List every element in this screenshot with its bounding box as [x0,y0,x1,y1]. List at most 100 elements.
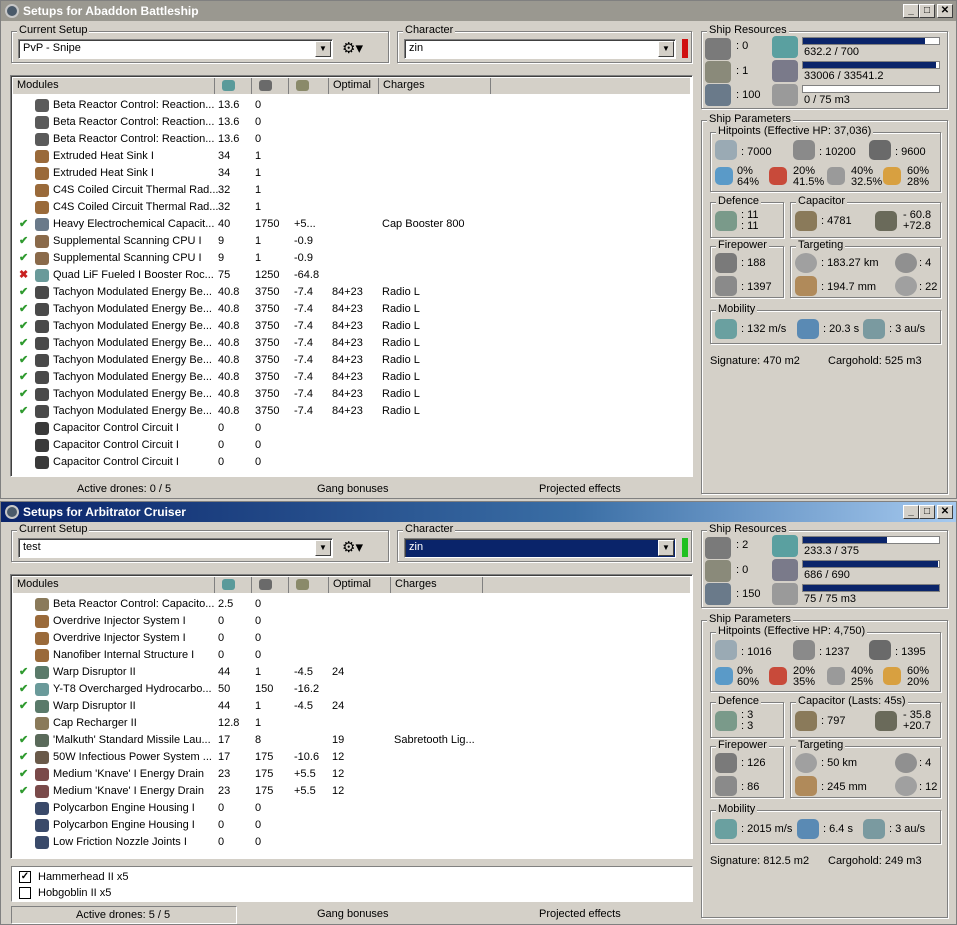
col-cpu[interactable] [215,78,252,94]
col-optimal[interactable]: Optimal [329,577,391,593]
module-row[interactable]: ✔ Medium 'Knave' I Energy Drain 23 175 +5.5 1… [13,783,690,800]
module-row[interactable]: Overdrive Injector System I 0 0 [13,613,690,630]
setup-options-button[interactable]: ⚙▾ [342,40,372,58]
injector-icon [35,615,49,628]
firepower-label: Firepower [716,239,769,251]
col-optimal[interactable]: Optimal [329,78,379,94]
module-row[interactable]: Beta Reactor Control: Capacito... 2.5 0 [13,596,690,613]
col-powergrid[interactable] [252,78,289,94]
close-button[interactable]: ✕ [937,505,953,519]
active-checkmark-icon[interactable]: ✔ [19,783,31,800]
col-capacitor[interactable] [289,577,329,593]
module-row[interactable]: C4S Coiled Circuit Thermal Rad... 32 1 [13,199,690,216]
module-row[interactable]: Extruded Heat Sink I 34 1 [13,165,690,182]
setup-select[interactable]: test ▼ [18,538,333,558]
col-charges[interactable]: Charges [379,78,491,94]
module-row[interactable]: Nanofiber Internal Structure I 0 0 [13,647,690,664]
chevron-down-icon[interactable]: ▼ [658,41,674,57]
gang-bonuses-button[interactable]: Gang bonuses [317,906,389,922]
module-row[interactable]: Extruded Heat Sink I 34 1 [13,148,690,165]
active-checkmark-icon[interactable]: ✔ [19,352,31,369]
module-row[interactable]: Polycarbon Engine Housing I 0 0 [13,817,690,834]
minimize-button[interactable]: _ [903,4,919,18]
active-checkmark-icon[interactable]: ✔ [19,233,31,250]
active-checkmark-icon[interactable]: ✔ [19,766,31,783]
module-row[interactable]: C4S Coiled Circuit Thermal Rad... 32 1 [13,182,690,199]
active-checkmark-icon[interactable]: ✔ [19,749,31,766]
minimize-button[interactable]: _ [903,505,919,519]
module-row[interactable]: ✔ Tachyon Modulated Energy Be... 40.8 3750 -… [13,352,690,369]
module-row[interactable]: ✔ Tachyon Modulated Energy Be... 40.8 3750 -… [13,284,690,301]
active-checkmark-icon[interactable]: ✔ [19,681,31,698]
drone-checkbox[interactable] [19,887,31,899]
module-row[interactable]: Beta Reactor Control: Reaction... 13.6 0 [13,131,690,148]
module-row[interactable]: Beta Reactor Control: Reaction... 13.6 0 [13,97,690,114]
offline-x-icon[interactable]: ✖ [19,267,31,284]
module-row[interactable]: ✔ Tachyon Modulated Energy Be... 40.8 3750 -… [13,369,690,386]
module-row[interactable]: ✔ Tachyon Modulated Energy Be... 40.8 3750 -… [13,318,690,335]
modules-list[interactable]: Modules Optimal Charges Beta Reactor Con… [10,75,693,477]
character-select[interactable]: zin ▼ [404,538,676,558]
projected-effects-button[interactable]: Projected effects [539,906,621,922]
setup-select[interactable]: PvP - Snipe ▼ [18,39,333,59]
module-row[interactable]: Polycarbon Engine Housing I 0 0 [13,800,690,817]
active-checkmark-icon[interactable]: ✔ [19,335,31,352]
title-bar[interactable]: Setups for Arbitrator Cruiser _ □ ✕ [1,502,956,522]
module-row[interactable]: Capacitor Control Circuit I 0 0 [13,454,690,471]
module-row[interactable]: ✔ Medium 'Knave' I Energy Drain 23 175 +5.5 1… [13,766,690,783]
close-button[interactable]: ✕ [937,4,953,18]
col-charges[interactable]: Charges [391,577,483,593]
module-row[interactable]: ✔ Tachyon Modulated Energy Be... 40.8 3750 -… [13,335,690,352]
module-row[interactable]: ✔ Supplemental Scanning CPU I 9 1 -0.9 [13,233,690,250]
drone-checkbox[interactable]: ✓ [19,871,31,883]
drone-list[interactable]: ✓ Hammerhead II x5 Hobgoblin II x5 [11,866,693,902]
title-bar[interactable]: Setups for Abaddon Battleship _ □ ✕ [1,1,956,21]
module-row[interactable]: ✔ Y-T8 Overcharged Hydrocarbo... 50 150 -16.… [13,681,690,698]
active-checkmark-icon[interactable]: ✔ [19,369,31,386]
chevron-down-icon[interactable]: ▼ [315,540,331,556]
col-powergrid[interactable] [252,577,289,593]
maximize-button[interactable]: □ [919,505,935,519]
module-row[interactable]: Cap Recharger II 12.8 1 [13,715,690,732]
gang-bonuses-button[interactable]: Gang bonuses [317,481,389,497]
active-checkmark-icon[interactable]: ✔ [19,403,31,420]
setup-options-button[interactable]: ⚙▾ [342,539,372,557]
col-capacitor[interactable] [289,78,329,94]
module-row[interactable]: ✔ 'Malkuth' Standard Missile Lau... 17 8 19 S… [13,732,690,749]
active-checkmark-icon[interactable]: ✔ [19,250,31,267]
module-row[interactable]: ✔ Tachyon Modulated Energy Be... 40.8 3750 -… [13,386,690,403]
module-row[interactable]: Capacitor Control Circuit I 0 0 [13,420,690,437]
module-row[interactable]: ✖ Quad LiF Fueled I Booster Roc... 75 1250 -… [13,267,690,284]
active-checkmark-icon[interactable]: ✔ [19,664,31,681]
col-modules[interactable]: Modules [13,577,215,593]
module-row[interactable]: Overdrive Injector System I 0 0 [13,630,690,647]
active-checkmark-icon[interactable]: ✔ [19,301,31,318]
module-name: Y-T8 Overcharged Hydrocarbo... [53,683,212,695]
module-row[interactable]: ✔ 50W Infectious Power System ... 17 175 -10… [13,749,690,766]
module-row[interactable]: Beta Reactor Control: Reaction... 13.6 0 [13,114,690,131]
module-row[interactable]: Capacitor Control Circuit I 0 0 [13,437,690,454]
module-row[interactable]: ✔ Heavy Electrochemical Capacit... 40 1750 +… [13,216,690,233]
active-checkmark-icon[interactable]: ✔ [19,318,31,335]
module-name: Extruded Heat Sink I [53,167,154,179]
active-checkmark-icon[interactable]: ✔ [19,386,31,403]
character-select[interactable]: zin ▼ [404,39,676,59]
module-row[interactable]: ✔ Tachyon Modulated Energy Be... 40.8 3750 -… [13,301,690,318]
col-cpu[interactable] [215,577,252,593]
projected-effects-button[interactable]: Projected effects [539,481,621,497]
chevron-down-icon[interactable]: ▼ [315,41,331,57]
active-checkmark-icon[interactable]: ✔ [19,284,31,301]
module-row[interactable]: ✔ Warp Disruptor II 44 1 -4.5 24 [13,664,690,681]
active-checkmark-icon[interactable]: ✔ [19,216,31,233]
active-checkmark-icon[interactable]: ✔ [19,732,31,749]
chevron-down-icon[interactable]: ▼ [658,540,674,556]
module-row[interactable]: ✔ Warp Disruptor II 44 1 -4.5 24 [13,698,690,715]
col-modules[interactable]: Modules [13,78,215,94]
module-cpu: 0 [218,439,225,451]
maximize-button[interactable]: □ [919,4,935,18]
module-row[interactable]: Low Friction Nozzle Joints I 0 0 [13,834,690,851]
active-checkmark-icon[interactable]: ✔ [19,698,31,715]
modules-list[interactable]: Modules Optimal Charges Beta Reactor Con… [10,574,693,859]
module-row[interactable]: ✔ Supplemental Scanning CPU I 9 1 -0.9 [13,250,690,267]
module-row[interactable]: ✔ Tachyon Modulated Energy Be... 40.8 3750 -… [13,403,690,420]
